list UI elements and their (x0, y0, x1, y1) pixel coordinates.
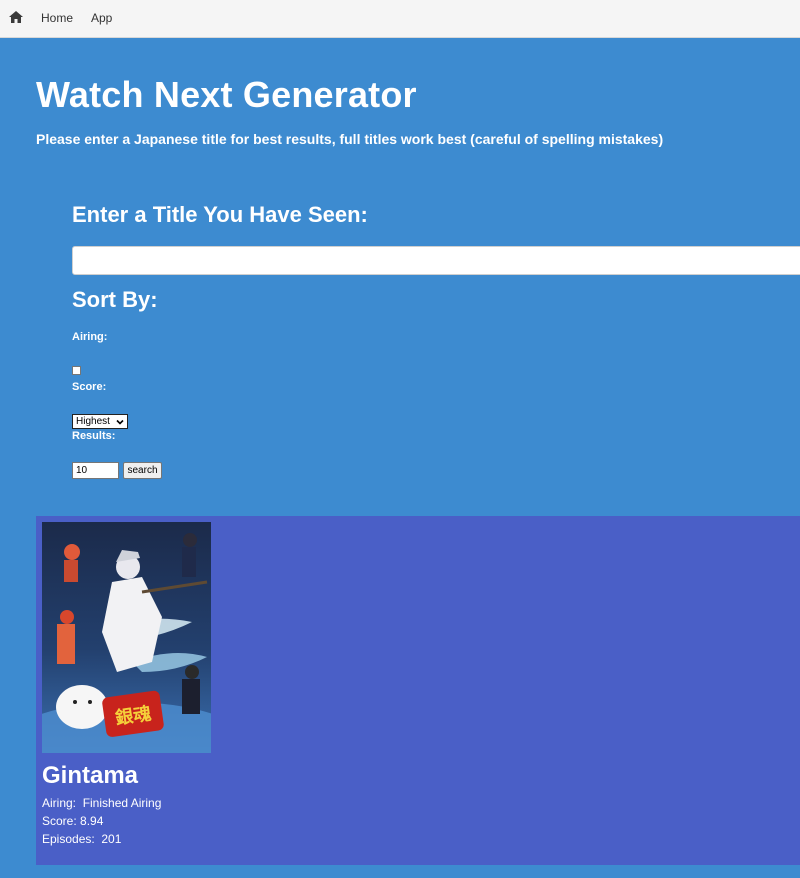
results-panel: 銀魂 Gintama Airing: Finished Airing Score… (36, 516, 800, 865)
result-score: Score: 8.94 (42, 814, 103, 828)
sort-by-heading: Sort By: (72, 287, 158, 312)
results-count-input[interactable]: 10 (72, 462, 119, 479)
score-select-value: Highest (76, 416, 110, 427)
score-select[interactable]: Highest (72, 414, 128, 429)
home-icon[interactable] (9, 11, 23, 23)
result-title[interactable]: Gintama (42, 762, 138, 790)
title-input[interactable] (72, 246, 800, 275)
results-label: Results: (72, 430, 116, 442)
chevron-down-icon (116, 419, 124, 425)
cover-image: 銀魂 (42, 522, 211, 753)
nav-link-home[interactable]: Home (41, 11, 73, 25)
result-airing-label: Airing: (42, 796, 77, 810)
result-airing-value: Finished Airing (82, 796, 162, 810)
result-episodes-value: 201 (101, 832, 122, 846)
search-button[interactable]: search (123, 462, 162, 479)
result-score-label: Score: (42, 814, 77, 828)
result-episodes: Episodes: 201 (42, 832, 121, 846)
title-prompt-heading: Enter a Title You Have Seen: (72, 202, 368, 227)
airing-label: Airing: (72, 331, 108, 343)
nav-link-app[interactable]: App (91, 11, 112, 25)
result-episodes-label: Episodes: (42, 832, 95, 846)
airing-checkbox[interactable] (72, 366, 81, 375)
page-subtitle: Please enter a Japanese title for best r… (36, 131, 664, 147)
top-navbar: Home App (0, 0, 800, 38)
result-airing: Airing: Finished Airing (42, 796, 161, 810)
page-title: Watch Next Generator (36, 74, 417, 115)
score-label: Score: (72, 381, 107, 393)
result-score-value: 8.94 (80, 814, 104, 828)
